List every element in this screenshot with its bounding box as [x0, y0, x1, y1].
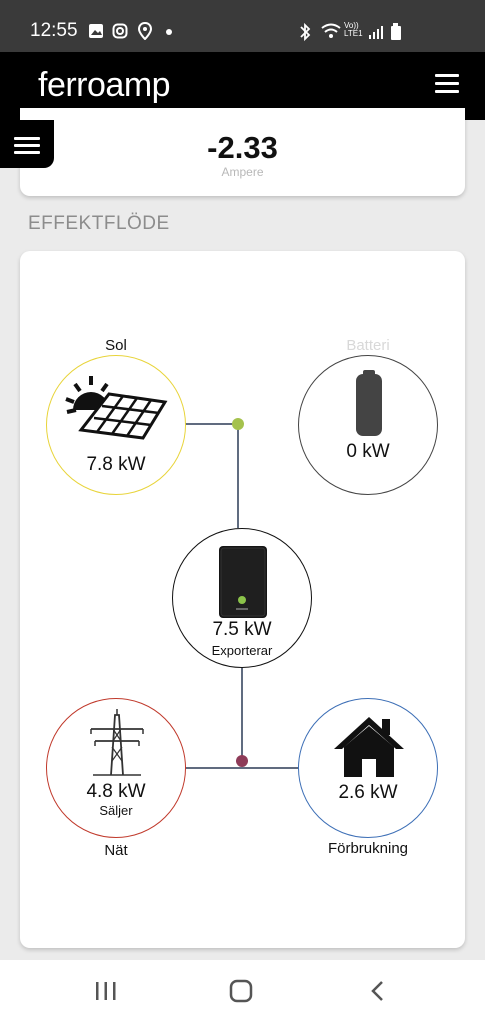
home-icon[interactable]	[221, 978, 261, 1008]
instagram-icon	[112, 23, 128, 39]
junction-bottom	[236, 755, 248, 767]
power-pylon-icon	[90, 709, 144, 776]
consumption-node[interactable]: 2.6 kW	[298, 698, 438, 838]
ampere-label: Ampere	[221, 165, 264, 179]
grid-value: 4.8 kW	[86, 781, 146, 802]
inverter-node[interactable]: 7.5 kW Exporterar	[172, 528, 312, 668]
battery-node[interactable]: 0 kW	[298, 355, 438, 495]
junction-top	[232, 418, 244, 430]
notification-dot-icon	[166, 29, 172, 35]
system-nav-bar	[0, 960, 485, 1024]
inverter-value: 7.5 kW	[212, 619, 272, 640]
grid-status: Säljer	[99, 803, 133, 818]
side-hamburger-icon	[14, 137, 40, 140]
status-time: 12:55	[30, 20, 78, 41]
main-menu-button[interactable]	[435, 74, 459, 94]
solar-panel-icon	[65, 376, 168, 440]
logo-light: amp	[105, 66, 171, 104]
recent-apps-icon[interactable]	[86, 978, 126, 1008]
current-card: -2.33 Ampere	[20, 108, 465, 196]
house-icon	[334, 717, 404, 777]
consumption-value: 2.6 kW	[338, 782, 398, 803]
lte-indicator: Vo)) LTE1	[344, 21, 363, 38]
back-icon[interactable]	[357, 978, 397, 1008]
side-menu-button[interactable]	[0, 120, 54, 168]
location-icon	[137, 22, 153, 40]
section-title: EFFEKTFLÖDE	[28, 213, 170, 234]
grid-node[interactable]: 4.8 kW Säljer	[46, 698, 186, 838]
inverter-status: Exporterar	[211, 643, 273, 658]
consumption-caption: Förbrukning	[327, 840, 409, 857]
battery-caption: Batteri	[346, 337, 390, 354]
logo-bold: ferro	[38, 66, 106, 104]
status-bar: 12:55 Vo)) LTE1	[0, 0, 485, 52]
ferroamp-logo: ferroamp	[38, 66, 171, 105]
ampere-value: -2.33	[207, 130, 278, 165]
power-flow-card: Sol 7.8 kW Batteri 0 kW 7.5 kW Exportera…	[20, 251, 465, 948]
bluetooth-icon	[300, 22, 311, 42]
solar-node[interactable]: 7.8 kW	[46, 355, 186, 495]
battery-status-icon	[391, 23, 401, 40]
inverter-icon	[219, 546, 267, 618]
grid-caption: Nät	[104, 842, 128, 859]
hamburger-icon	[435, 74, 459, 77]
signal-icon	[369, 26, 383, 39]
solar-value: 7.8 kW	[86, 454, 146, 475]
gallery-icon	[89, 24, 103, 38]
solar-caption: Sol	[105, 337, 127, 354]
battery-icon	[356, 370, 382, 436]
battery-value: 0 kW	[346, 441, 390, 462]
wifi-icon	[321, 23, 341, 38]
